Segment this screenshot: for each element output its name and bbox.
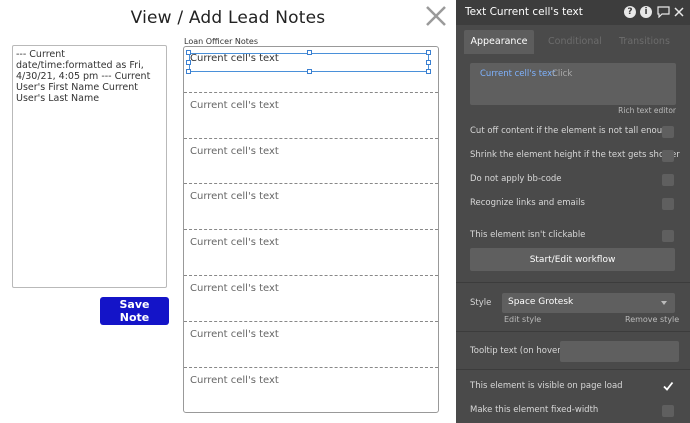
notes-repeating-group: Current cell's text Current cell's text … — [183, 46, 439, 413]
style-dropdown[interactable]: Space Grotesk — [502, 293, 675, 313]
fixed-width-label: Make this element fixed-width — [470, 405, 599, 415]
save-note-button[interactable]: Save Note — [100, 297, 169, 325]
option-cut-off-checkbox[interactable] — [662, 126, 674, 138]
notes-list-label: Loan Officer Notes — [184, 37, 259, 46]
rich-text-editor-link[interactable]: Rich text editor — [618, 106, 676, 115]
resize-handle[interactable] — [426, 60, 431, 65]
resize-handle[interactable] — [186, 50, 191, 55]
option-bbcode-label: Do not apply bb-code — [470, 174, 562, 184]
divider — [456, 282, 690, 283]
tab-transitions[interactable]: Transitions — [619, 36, 670, 47]
option-bbcode-checkbox[interactable] — [662, 174, 674, 186]
rich-text-field[interactable]: Current cell's text Click — [470, 63, 676, 105]
tab-conditional[interactable]: Conditional — [548, 36, 602, 47]
resize-handle[interactable] — [186, 69, 191, 74]
divider — [456, 331, 690, 332]
close-icon[interactable] — [424, 4, 448, 28]
tab-appearance[interactable]: Appearance — [464, 30, 534, 54]
cell-text[interactable]: Current cell's text — [184, 276, 438, 322]
resize-handle[interactable] — [307, 50, 312, 55]
chevron-down-icon — [661, 301, 667, 305]
cell-text[interactable]: Current cell's text — [184, 322, 438, 368]
fixed-width-checkbox[interactable] — [662, 405, 674, 417]
visible-on-load-checkbox[interactable] — [662, 380, 674, 392]
panel-title: Text Current cell's text — [465, 6, 583, 18]
property-editor-panel: Text Current cell's text ? i Appearance … — [456, 0, 690, 423]
remove-style-link[interactable]: Remove style — [625, 315, 679, 324]
tooltip-label: Tooltip text (on hover) — [470, 346, 565, 356]
option-links-label: Recognize links and emails — [470, 198, 585, 208]
cell-text[interactable]: Current cell's text — [184, 230, 438, 276]
start-edit-workflow-button[interactable]: Start/Edit workflow — [470, 248, 675, 271]
notes-input[interactable]: --- Current date/time:formatted as Fri, … — [12, 45, 167, 288]
help-icon[interactable]: ? — [624, 6, 636, 18]
close-icon[interactable] — [674, 7, 684, 17]
dynamic-expression-chip[interactable]: Current cell's text — [480, 69, 556, 79]
resize-handle[interactable] — [426, 50, 431, 55]
divider — [456, 369, 690, 370]
resize-handle[interactable] — [307, 69, 312, 74]
resize-handle[interactable] — [426, 69, 431, 74]
cell-text[interactable]: Current cell's text — [184, 139, 438, 185]
option-links-checkbox[interactable] — [662, 198, 674, 210]
edit-style-link[interactable]: Edit style — [504, 315, 541, 324]
info-icon[interactable]: i — [640, 6, 652, 18]
option-cut-off-label: Cut off content if the element is not ta… — [470, 126, 673, 136]
click-hint: Click — [552, 69, 573, 79]
option-shrink-label: Shrink the element height if the text ge… — [470, 150, 680, 160]
style-label: Style — [470, 298, 492, 308]
option-not-clickable-checkbox[interactable] — [662, 230, 674, 242]
resize-handle[interactable] — [186, 60, 191, 65]
cell-text[interactable]: Current cell's text — [184, 184, 438, 231]
option-shrink-checkbox[interactable] — [662, 150, 674, 162]
tooltip-input[interactable] — [560, 341, 679, 362]
cell-text[interactable]: Current cell's text — [184, 368, 438, 412]
panel-header: Text Current cell's text ? i — [456, 0, 690, 25]
cell-text[interactable]: Current cell's text — [184, 93, 438, 139]
comment-icon[interactable] — [657, 6, 670, 18]
page-title: View / Add Lead Notes — [130, 8, 326, 28]
option-not-clickable-label: This element isn't clickable — [470, 230, 586, 240]
style-value: Space Grotesk — [508, 297, 574, 307]
visible-on-load-label: This element is visible on page load — [470, 381, 623, 391]
